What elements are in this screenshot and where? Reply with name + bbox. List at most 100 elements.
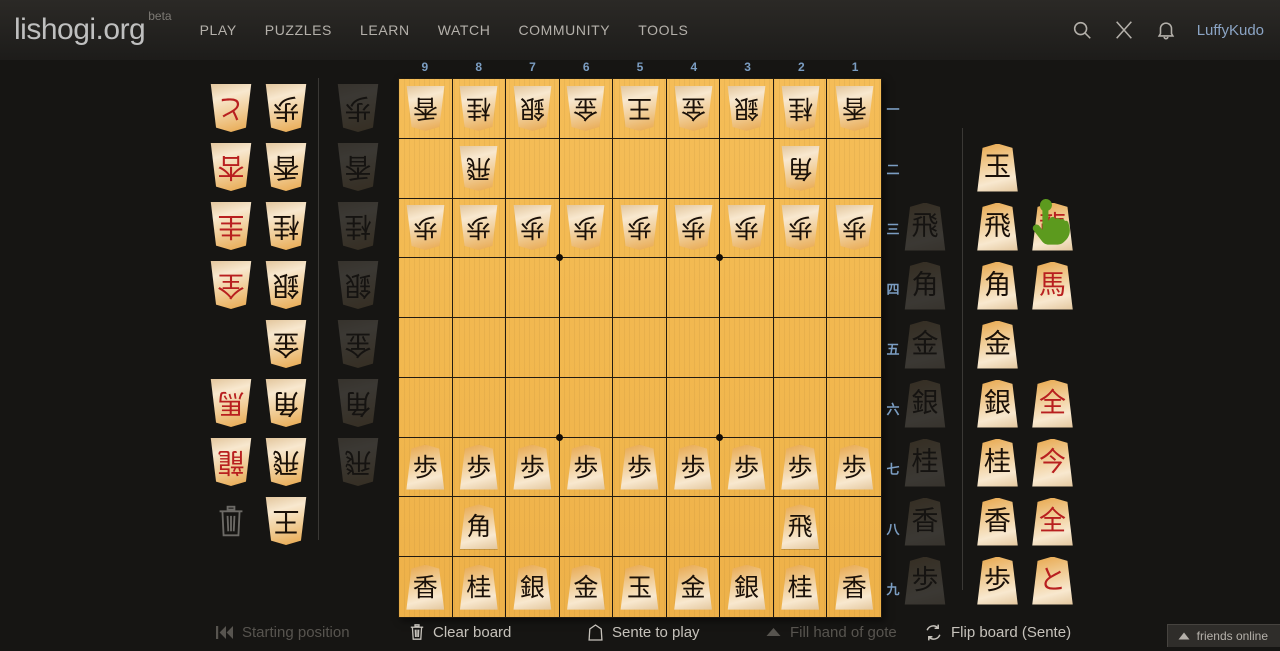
board-square-61[interactable]: 金 — [560, 79, 614, 139]
fill-hand-of-gote-button[interactable]: Fill hand of gote — [766, 624, 897, 641]
piece-桂[interactable]: 桂 — [903, 439, 947, 487]
piece-全[interactable]: 全 — [209, 261, 253, 309]
spare-slot[interactable]: 歩 — [970, 551, 1025, 610]
board-square-45[interactable] — [667, 318, 721, 378]
piece-圭[interactable]: 圭 — [209, 202, 253, 250]
spare-slot[interactable]: 角 — [258, 373, 313, 432]
piece-角[interactable]: 角 — [336, 379, 380, 427]
board-square-27[interactable]: 歩 — [774, 438, 828, 498]
board-square-71[interactable]: 銀 — [506, 79, 560, 139]
piece-杏[interactable]: 杏 — [209, 143, 253, 191]
spare-slot[interactable]: 全 — [203, 255, 258, 314]
piece-歩[interactable]: 歩 — [336, 84, 380, 132]
board-square-35[interactable] — [720, 318, 774, 378]
board-square-99[interactable]: 香 — [399, 557, 453, 617]
board-square-22[interactable]: 角 — [774, 139, 828, 199]
board-square-72[interactable] — [506, 139, 560, 199]
board-square-92[interactable] — [399, 139, 453, 199]
piece-王[interactable]: 王 — [619, 86, 660, 131]
hand-slot[interactable]: 香 — [897, 492, 953, 551]
piece-歩[interactable]: 歩 — [673, 205, 714, 250]
spare-slot[interactable]: 銀 — [258, 255, 313, 314]
board-square-43[interactable]: 歩 — [667, 199, 721, 259]
board-square-85[interactable] — [453, 318, 507, 378]
piece-飛[interactable]: 飛 — [976, 203, 1020, 251]
piece-銀[interactable]: 銀 — [903, 380, 947, 428]
nav-item-play[interactable]: PLAY — [200, 22, 237, 38]
board-square-13[interactable]: 歩 — [827, 199, 881, 259]
spare-slot[interactable]: 桂 — [970, 433, 1025, 492]
hand-slot[interactable]: 角 — [330, 373, 386, 432]
board-square-53[interactable]: 歩 — [613, 199, 667, 259]
piece-と[interactable]: と — [209, 84, 253, 132]
board-square-98[interactable] — [399, 497, 453, 557]
notifications-bell-icon[interactable] — [1155, 19, 1177, 41]
piece-と[interactable]: と — [1031, 557, 1075, 605]
hand-slot[interactable]: 銀 — [330, 255, 386, 314]
board-square-36[interactable] — [720, 378, 774, 438]
board-square-25[interactable] — [774, 318, 828, 378]
piece-歩[interactable]: 歩 — [673, 445, 714, 490]
board-square-89[interactable]: 桂 — [453, 557, 507, 617]
piece-飛[interactable]: 飛 — [903, 203, 947, 251]
board-square-65[interactable] — [560, 318, 614, 378]
board-square-28[interactable]: 飛 — [774, 497, 828, 557]
board-square-64[interactable] — [560, 258, 614, 318]
board-square-84[interactable] — [453, 258, 507, 318]
piece-飛[interactable]: 飛 — [264, 438, 308, 486]
piece-歩[interactable]: 歩 — [405, 205, 446, 250]
board-square-15[interactable] — [827, 318, 881, 378]
piece-金[interactable]: 金 — [336, 320, 380, 368]
piece-歩[interactable]: 歩 — [565, 205, 606, 250]
piece-歩[interactable]: 歩 — [903, 557, 947, 605]
nav-item-watch[interactable]: WATCH — [438, 22, 491, 38]
nav-item-learn[interactable]: LEARN — [360, 22, 410, 38]
piece-香[interactable]: 香 — [834, 86, 875, 131]
piece-歩[interactable]: 歩 — [458, 445, 499, 490]
hand-slot[interactable]: 金 — [330, 314, 386, 373]
spare-slot[interactable]: 今 — [1025, 433, 1080, 492]
piece-銀[interactable]: 銀 — [336, 261, 380, 309]
board-square-58[interactable] — [613, 497, 667, 557]
piece-飛[interactable]: 飛 — [336, 438, 380, 486]
board-square-16[interactable] — [827, 378, 881, 438]
board-square-88[interactable]: 角 — [453, 497, 507, 557]
spare-slot[interactable]: 全 — [1025, 492, 1080, 551]
board-square-24[interactable] — [774, 258, 828, 318]
board-square-34[interactable] — [720, 258, 774, 318]
board-square-19[interactable]: 香 — [827, 557, 881, 617]
piece-金[interactable]: 金 — [264, 320, 308, 368]
spare-slot[interactable]: 杏 — [203, 137, 258, 196]
piece-銀[interactable]: 銀 — [726, 565, 767, 610]
piece-歩[interactable]: 歩 — [512, 205, 553, 250]
spare-slot[interactable]: 飛 — [258, 432, 313, 491]
board-square-41[interactable]: 金 — [667, 79, 721, 139]
piece-香[interactable]: 香 — [405, 86, 446, 131]
piece-歩[interactable]: 歩 — [458, 205, 499, 250]
board-square-56[interactable] — [613, 378, 667, 438]
piece-桂[interactable]: 桂 — [458, 565, 499, 610]
piece-銀[interactable]: 銀 — [264, 261, 308, 309]
piece-金[interactable]: 金 — [673, 86, 714, 131]
hand-slot[interactable]: 金 — [897, 315, 953, 374]
piece-銀[interactable]: 銀 — [726, 86, 767, 131]
piece-金[interactable]: 金 — [903, 321, 947, 369]
search-icon[interactable] — [1071, 19, 1093, 41]
board-square-94[interactable] — [399, 258, 453, 318]
piece-香[interactable]: 香 — [336, 143, 380, 191]
piece-桂[interactable]: 桂 — [336, 202, 380, 250]
piece-飛[interactable]: 飛 — [780, 504, 821, 549]
board-square-57[interactable]: 歩 — [613, 438, 667, 498]
hand-slot[interactable]: 桂 — [897, 433, 953, 492]
piece-歩[interactable]: 歩 — [726, 445, 767, 490]
spare-slot[interactable]: 馬 — [203, 373, 258, 432]
site-logo[interactable]: lishogi.org — [14, 13, 145, 47]
trash-bin-slot[interactable] — [203, 491, 258, 550]
piece-銀[interactable]: 銀 — [512, 86, 553, 131]
board-square-81[interactable]: 桂 — [453, 79, 507, 139]
hand-slot[interactable]: 飛 — [897, 197, 953, 256]
piece-桂[interactable]: 桂 — [458, 86, 499, 131]
board-square-96[interactable] — [399, 378, 453, 438]
piece-今[interactable]: 今 — [1031, 439, 1075, 487]
piece-歩[interactable]: 歩 — [780, 205, 821, 250]
